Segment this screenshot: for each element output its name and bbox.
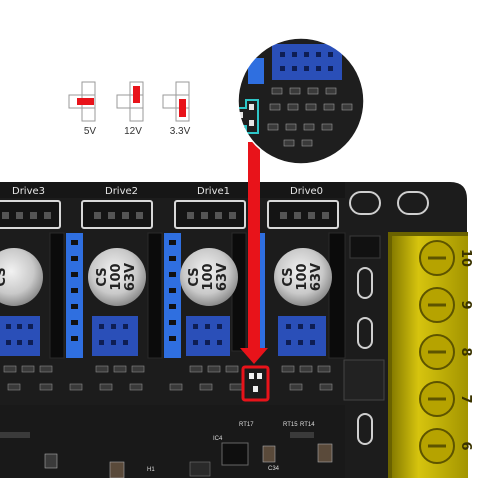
power-terminal-block: 10 9 8 7 6 (388, 232, 473, 478)
svg-text:CS: CS (281, 267, 296, 286)
capacitor-drive1: CS 100 63V (180, 248, 238, 306)
terminal-number: 10 (458, 249, 473, 267)
jumper-5v-label: 5V (84, 126, 97, 137)
svg-text:63V: 63V (215, 263, 230, 291)
rt14-label: RT14 (300, 422, 315, 428)
svg-text:CS: CS (187, 267, 202, 286)
drive2-label: Drive2 (105, 186, 138, 197)
board-photo: 5V 12V 3.3V Drive3 Drive2 Drive1 Drive0 (0, 37, 473, 478)
rt17-label: RT17 (239, 422, 254, 428)
terminal-number: 9 (458, 300, 473, 309)
svg-text:CS: CS (0, 267, 9, 286)
terminal-number: 6 (458, 441, 473, 450)
jumper-12v-label: 12V (124, 126, 142, 137)
jumper-3v3-diagram (162, 81, 190, 122)
jumper-5v-diagram (68, 81, 96, 122)
jumper-cap (179, 99, 186, 117)
drive3-label: Drive3 (12, 186, 45, 197)
jumper-12v-diagram (116, 81, 144, 122)
ic4-label: IC4 (213, 436, 223, 442)
drive1-label: Drive1 (197, 186, 230, 197)
svg-text:100: 100 (201, 263, 216, 290)
svg-text:63V: 63V (309, 263, 324, 291)
h1-label: H1 (147, 467, 155, 473)
jumper-cap (77, 98, 94, 105)
control-board: Drive3 Drive2 Drive1 Drive0 CS CS 100 63… (0, 182, 473, 478)
svg-text:63V: 63V (123, 263, 138, 291)
svg-text:100: 100 (295, 263, 310, 290)
svg-text:100: 100 (109, 263, 124, 290)
ic4-chip (221, 442, 249, 466)
jumper-legend: 5V 12V 3.3V (68, 81, 191, 137)
terminal-number: 8 (458, 347, 473, 356)
capacitor-drive2: CS 100 63V (88, 248, 146, 306)
terminal-number: 7 (458, 394, 473, 403)
c34-label: C34 (268, 466, 280, 472)
svg-text:CS: CS (95, 267, 110, 286)
drive0-label: Drive0 (290, 186, 323, 197)
capacitor-drive0: CS 100 63V (274, 248, 332, 306)
jumper-3v3-label: 3.3V (170, 126, 191, 137)
jumper-cap (133, 86, 140, 103)
rt15-label: RT15 (283, 422, 298, 428)
